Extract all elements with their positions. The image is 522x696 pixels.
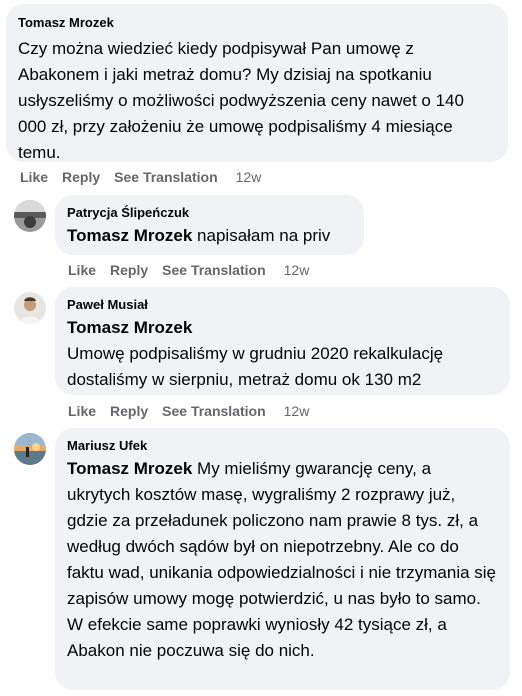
see-translation-button[interactable]: See Translation xyxy=(114,169,217,185)
reply-button[interactable]: Reply xyxy=(110,262,148,278)
comment-author[interactable]: Patrycja Ślipeńczuk xyxy=(67,204,352,221)
mention-link[interactable]: Tomasz Mrozek xyxy=(67,315,498,341)
like-button[interactable]: Like xyxy=(68,403,96,419)
avatar[interactable] xyxy=(14,200,46,232)
comment-actions: Like Reply See Translation 12w xyxy=(68,403,323,419)
like-button[interactable]: Like xyxy=(20,169,48,185)
comment-text-line: Tomasz Mrozek napisałam na priv xyxy=(67,223,352,249)
mention-link[interactable]: Tomasz Mrozek xyxy=(67,459,192,478)
avatar-image xyxy=(14,292,46,324)
reply-bubble: Mariusz Ufek Tomasz Mrozek My mieliśmy g… xyxy=(55,428,510,690)
timestamp[interactable]: 12w xyxy=(284,403,310,419)
comment-text: Czy można wiedzieć kiedy podpisywał Pan … xyxy=(18,39,464,162)
comment-author[interactable]: Paweł Musiał xyxy=(67,296,498,313)
reply-bubble: Patrycja Ślipeńczuk Tomasz Mrozek napisa… xyxy=(55,195,364,255)
like-button[interactable]: Like xyxy=(68,262,96,278)
mention-link[interactable]: Tomasz Mrozek xyxy=(67,226,192,245)
comment-actions: Like Reply See Translation 12w xyxy=(68,262,323,278)
comment-author[interactable]: Mariusz Ufek xyxy=(67,437,498,454)
timestamp[interactable]: 12w xyxy=(284,262,310,278)
see-translation-button[interactable]: See Translation xyxy=(162,262,265,278)
avatar-image xyxy=(14,433,46,465)
comment-text-line: Tomasz Mrozek My mieliśmy gwarancję ceny… xyxy=(67,456,498,664)
comment-text: napisałam na priv xyxy=(192,226,331,245)
comment-bubble: Tomasz Mrozek Czy można wiedzieć kiedy p… xyxy=(6,4,508,162)
see-translation-button[interactable]: See Translation xyxy=(162,403,265,419)
reply-button[interactable]: Reply xyxy=(110,403,148,419)
comment-author[interactable]: Tomasz Mrozek xyxy=(18,14,496,31)
avatar-image xyxy=(14,200,46,232)
comment-text: Umowę podpisaliśmy w grudniu 2020 rekalk… xyxy=(67,344,444,389)
comment-actions: Like Reply See Translation 12w xyxy=(20,169,275,185)
reply-button[interactable]: Reply xyxy=(62,169,100,185)
avatar[interactable] xyxy=(14,292,46,324)
comment-text: My mieliśmy gwarancję ceny, a ukrytych k… xyxy=(67,459,497,660)
timestamp[interactable]: 12w xyxy=(236,169,262,185)
avatar[interactable] xyxy=(14,433,46,465)
reply-bubble: Paweł Musiał Tomasz Mrozek Umowę podpisa… xyxy=(55,287,510,395)
